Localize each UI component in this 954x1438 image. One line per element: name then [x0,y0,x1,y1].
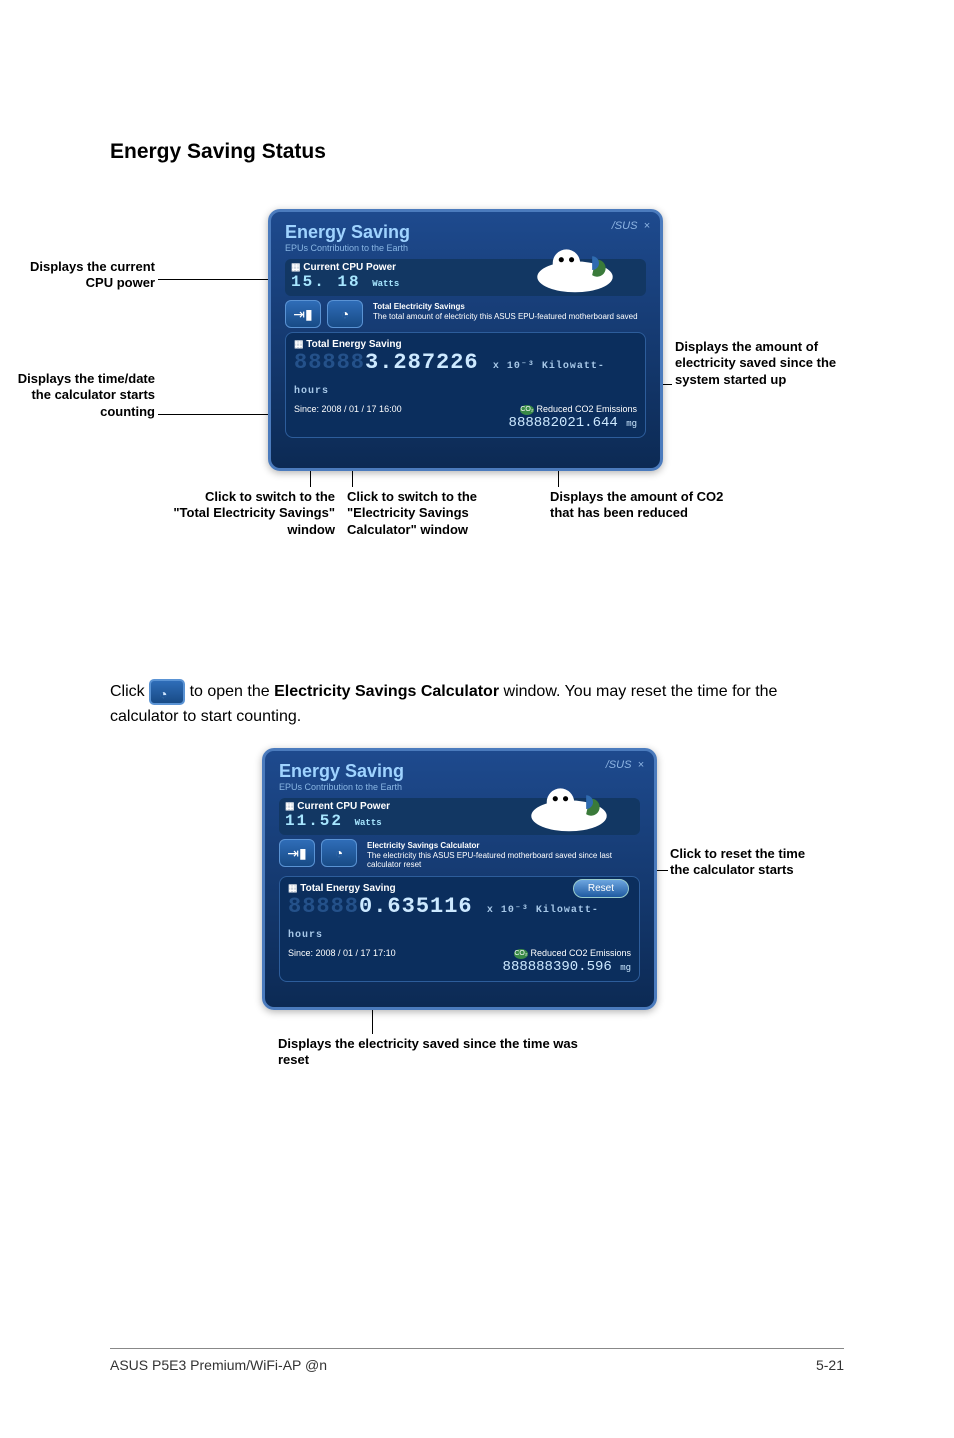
tab-row: ⇥▮ ◔ Electricity Savings Calculator The … [279,839,640,872]
footer-page-number: 5-21 [816,1357,844,1373]
tab-savings-calculator[interactable]: ◔ [327,300,363,328]
savings-description: Total Electricity Savings The total amou… [369,300,646,328]
co2-value: 888888390.596 mg [288,959,631,975]
callout-reset-time: Click to reset the time the calculator s… [670,846,820,879]
tab-total-savings[interactable]: ⇥▮ [279,839,315,867]
cpu-power-value: 11.52 Watts [285,812,382,830]
close-icon[interactable]: × [644,220,650,232]
close-area[interactable]: /SUS × [606,759,644,771]
callout-saved-since-reset: Displays the electricity saved since the… [278,1036,588,1069]
tab-row: ⇥▮ ◔ Total Electricity Savings The total… [285,300,646,328]
callout-switch-total: Click to switch to the "Total Electricit… [170,489,335,538]
calculator-tab-icon: ◔ [149,679,185,705]
brand-logo: /SUS [612,220,638,232]
callout-line [372,1006,373,1034]
svg-text:◔: ◔ [159,686,167,702]
tab-total-savings[interactable]: ⇥▮ [285,300,321,328]
tab-savings-calculator[interactable]: ◔ [321,839,357,867]
kwh-display: 888883.287226 x 10⁻³ Kilowatt-hours [294,350,637,400]
footer-product: ASUS P5E3 Premium/WiFi-AP @n [110,1357,327,1373]
callout-cpu-power: Displays the current CPU power [15,259,155,292]
energy-saving-calculator-panel: /SUS × Energy Saving EPUs Contribution t… [262,748,657,1010]
mascot-image [524,773,614,833]
energy-saving-panel: /SUS × Energy Saving EPUs Contribution t… [268,209,663,471]
since-timestamp: Since: 2008 / 01 / 17 16:00 [294,404,402,415]
callout-co2-reduced: Displays the amount of CO2 that has been… [550,489,725,522]
kwh-display: 888880.635116 x 10⁻³ Kilowatt-hours [288,894,631,944]
page-section-title: Energy Saving Status [110,140,844,164]
figure-energy-saving: Displays the current CPU power Displays … [110,209,844,619]
callout-switch-calculator: Click to switch to the "Electricity Savi… [347,489,527,538]
callout-electricity-saved: Displays the amount of electricity saved… [675,339,845,388]
calculator-description: Electricity Savings Calculator The elect… [363,839,640,872]
brand-logo: /SUS [606,759,632,771]
co2-value: 888882021.644 mg [294,415,637,431]
close-icon[interactable]: × [638,759,644,771]
since-timestamp: Since: 2008 / 01 / 17 17:10 [288,948,396,959]
callout-line [158,279,274,280]
co2-label: CO₂ Reduced CO2 Emissions [514,948,631,959]
page-footer: ASUS P5E3 Premium/WiFi-AP @n 5-21 [110,1348,844,1373]
mascot-image [530,234,620,294]
co2-label: CO₂ Reduced CO2 Emissions [520,404,637,415]
close-area[interactable]: /SUS × [612,220,650,232]
body-paragraph: Click ◔ to open the Electricity Savings … [110,679,844,728]
total-energy-saving-header: ▦ Total Energy Saving [294,339,637,350]
callout-calculator-start: Displays the time/date the calculator st… [10,371,155,420]
cpu-power-value: 15. 18 Watts [291,273,399,291]
callout-line [158,414,282,415]
total-energy-saving-box: ▦ Total Energy Saving Reset 888880.63511… [279,876,640,982]
reset-button[interactable]: Reset [573,879,629,898]
figure-savings-calculator: Click to reset the time the calculator s… [110,748,844,1128]
total-energy-saving-box: ▦ Total Energy Saving 888883.287226 x 10… [285,332,646,438]
